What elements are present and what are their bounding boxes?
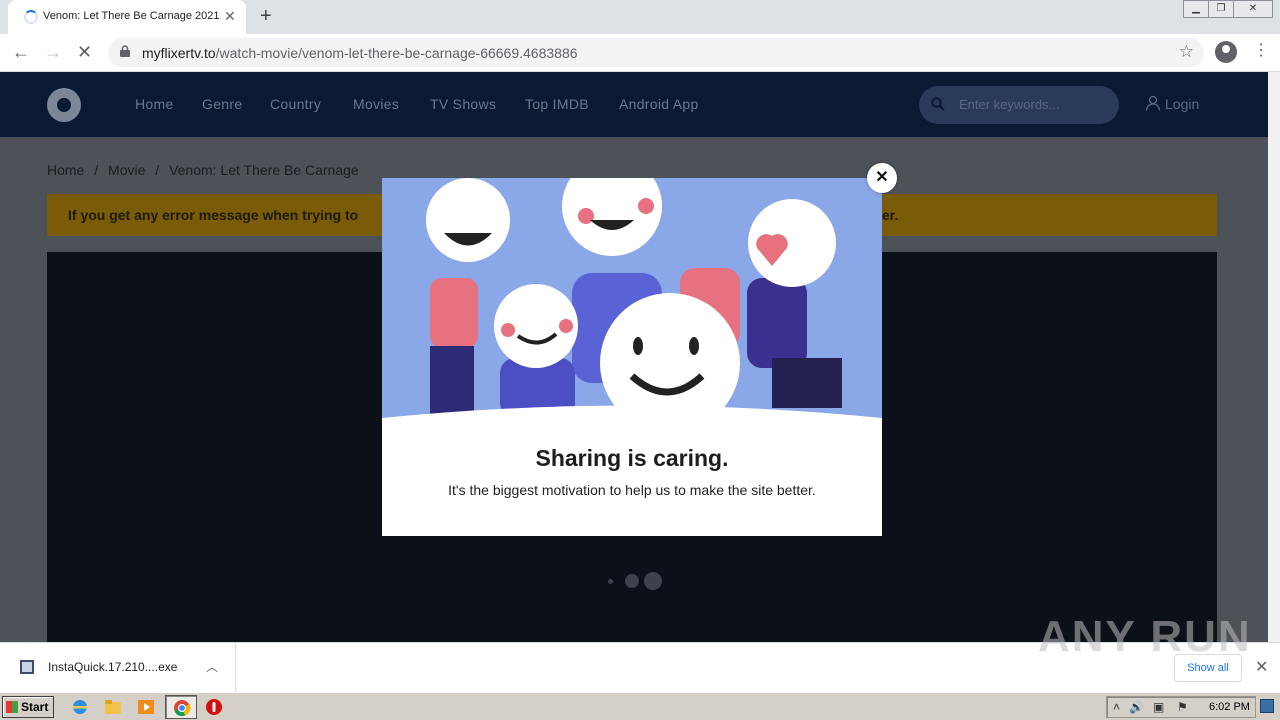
login-link[interactable]: Login <box>1145 95 1199 112</box>
start-label: Start <box>21 700 49 714</box>
nav-home[interactable]: Home <box>135 96 174 112</box>
opera-icon[interactable] <box>205 698 223 716</box>
site-header: Home Genre Country Movies TV Shows Top I… <box>0 72 1268 137</box>
tray-expand-icon[interactable]: ˄ <box>1113 700 1120 714</box>
window-restore-button[interactable]: ❐ <box>1208 0 1234 18</box>
search-icon <box>931 97 945 111</box>
network-icon[interactable]: ▣ <box>1153 700 1164 714</box>
loading-dot-icon <box>625 574 639 588</box>
download-file-name: InstaQuick.17.210....exe <box>48 660 178 674</box>
forward-button[interactable]: → <box>44 42 62 62</box>
share-modal: Sharing is caring. It's the biggest moti… <box>382 178 882 536</box>
page-scrollbar[interactable] <box>1268 72 1280 642</box>
breadcrumb: Home / Movie / Venom: Let There Be Carna… <box>47 162 365 178</box>
loading-dot-icon <box>608 579 613 584</box>
site-logo-film-reel-icon[interactable] <box>47 88 81 122</box>
folder-icon[interactable] <box>104 698 122 716</box>
alert-text-left: If you get any error message when trying… <box>68 207 359 223</box>
breadcrumb-separator: / <box>155 162 160 178</box>
exe-file-icon <box>20 660 34 674</box>
browser-tab[interactable]: Venom: Let There Be Carnage 2021 ✕ <box>8 0 246 34</box>
breadcrumb-separator: / <box>94 162 99 178</box>
windows-taskbar: Start ˄ 🔊 ▣ ⚑ 6:02 PM <box>0 692 1280 720</box>
modal-close-button[interactable]: ✕ <box>867 163 897 193</box>
loading-spinner-icon <box>24 10 38 24</box>
nav-tv-shows[interactable]: TV Shows <box>430 96 496 112</box>
browser-menu-button[interactable]: ⋮ <box>1253 42 1269 60</box>
breadcrumb-movie[interactable]: Movie <box>108 162 145 178</box>
nav-top-imdb[interactable]: Top IMDB <box>525 96 589 112</box>
address-bar[interactable]: myflixertv.to/watch-movie/venom-let-ther… <box>108 38 1204 67</box>
tab-close-button[interactable]: ✕ <box>224 8 236 24</box>
modal-heading: Sharing is caring. <box>535 445 729 471</box>
bookmark-star-icon[interactable]: ☆ <box>1179 42 1194 62</box>
back-button[interactable]: ← <box>12 42 30 62</box>
login-label: Login <box>1165 96 1200 112</box>
user-icon <box>1145 95 1161 111</box>
new-tab-button[interactable]: + <box>260 5 272 27</box>
url-host: myflixertv.to <box>142 45 216 61</box>
search-placeholder: Enter keywords... <box>959 97 1060 112</box>
breadcrumb-home[interactable]: Home <box>47 162 84 178</box>
action-center-flag-icon[interactable]: ⚑ <box>1177 700 1188 714</box>
url-path: /watch-movie/venom-let-there-be-carnage-… <box>215 45 578 61</box>
show-desktop-icon[interactable] <box>1260 699 1274 713</box>
nav-android-app[interactable]: Android App <box>619 96 699 112</box>
lock-icon <box>120 45 130 57</box>
system-tray: ˄ 🔊 ▣ ⚑ 6:02 PM <box>1106 696 1256 718</box>
anyrun-watermark: ANY RUN <box>1038 612 1252 661</box>
search-input[interactable]: Enter keywords... <box>919 86 1119 124</box>
windows-flag-icon <box>6 701 18 713</box>
media-player-icon[interactable] <box>137 698 155 716</box>
nav-movies[interactable]: Movies <box>353 96 399 112</box>
browser-toolbar: ← → ✕ myflixertv.to/watch-movie/venom-le… <box>0 34 1280 72</box>
speaker-icon[interactable]: 🔊 <box>1129 700 1144 714</box>
loading-dot-icon <box>644 572 662 590</box>
nav-country[interactable]: Country <box>270 96 321 112</box>
alert-text-right: er. <box>882 207 899 223</box>
window-close-button[interactable]: ✕ <box>1233 0 1273 18</box>
chrome-taskbar-button[interactable] <box>165 695 197 719</box>
chrome-icon <box>174 700 191 717</box>
modal-subtext: It's the biggest motivation to help us t… <box>448 482 816 498</box>
url-text: myflixertv.to/watch-movie/venom-let-ther… <box>142 45 578 61</box>
download-item[interactable]: InstaQuick.17.210....exe ︿ <box>0 643 236 693</box>
profile-avatar-icon[interactable] <box>1215 41 1237 63</box>
start-button[interactable]: Start <box>2 696 54 718</box>
happy-people-illustration <box>382 178 882 418</box>
nav-genre[interactable]: Genre <box>202 96 242 112</box>
taskbar-clock[interactable]: 6:02 PM <box>1209 701 1250 713</box>
tab-title: Venom: Let There Be Carnage 2021 <box>43 10 220 22</box>
breadcrumb-current: Venom: Let There Be Carnage <box>169 162 359 178</box>
internet-explorer-icon[interactable] <box>71 698 89 716</box>
download-bar-close-button[interactable]: ✕ <box>1255 657 1268 677</box>
browser-tab-bar: Venom: Let There Be Carnage 2021 ✕ + ▁ ❐… <box>0 0 1280 34</box>
window-minimize-button[interactable]: ▁ <box>1183 0 1209 18</box>
stop-loading-button[interactable]: ✕ <box>77 42 92 62</box>
chevron-up-icon[interactable]: ︿ <box>206 658 218 675</box>
